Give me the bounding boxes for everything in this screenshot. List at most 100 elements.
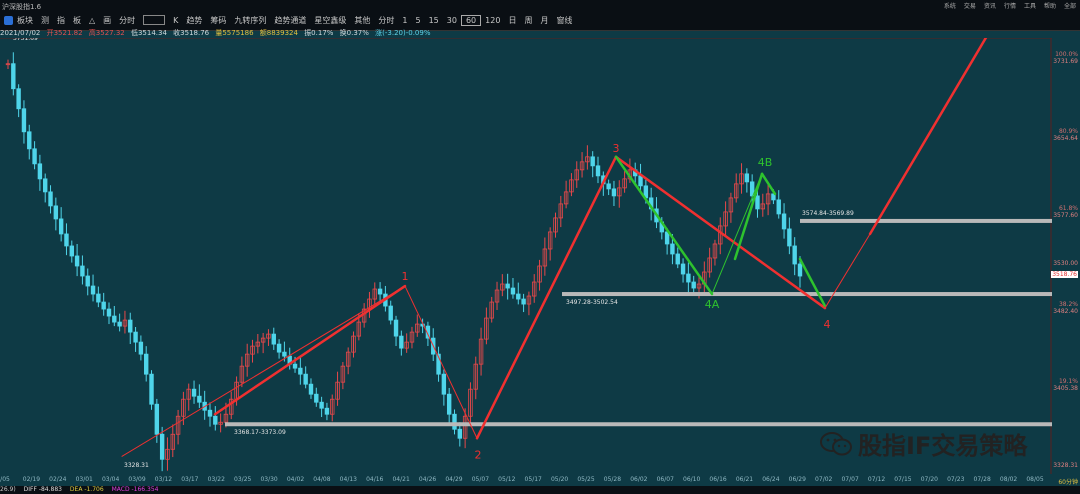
candle-body [781,213,787,230]
menu-item[interactable]: 窗线 [552,15,576,26]
date-tick-label: 08/05 [1026,476,1044,483]
date-axis: /05 02/19 02/24 03/01 03/04 03/09 03/12 03/17 03… [0,474,1052,486]
date-tick-label: 07/02 [815,476,833,483]
menu-item[interactable]: 趋势通道 [270,15,310,26]
date-tick-label: 04/02 [286,476,305,483]
candle-body [452,413,457,430]
right-menu-item[interactable]: 工具 [1024,1,1036,10]
menu-item[interactable]: K [169,16,182,25]
price-tick-label: 3482.40 [1053,307,1078,315]
candle-body [787,228,792,247]
candle-body [117,321,122,327]
candle-body [64,233,69,247]
date-tick-label: 08/02 [999,476,1018,483]
price-tick-label: 3654.64 [1053,135,1078,143]
menu-item[interactable]: 画 [99,15,115,26]
quote-close: 收3518.76 [173,29,210,37]
right-menu-item[interactable]: 资讯 [984,1,996,10]
candle-body [58,218,64,235]
candle-body [149,373,154,405]
wechat-icon [820,431,852,455]
candle-body [191,388,197,397]
menu-item[interactable]: 120 [481,16,504,25]
date-tick-label: 07/28 [973,476,991,483]
date-tick-label: 07/12 [867,476,886,483]
menu-item[interactable]: 板 [69,15,85,26]
candle-body [319,401,324,409]
right-menu-item[interactable]: 交易 [964,1,976,10]
menu-item[interactable]: 测 [37,15,53,26]
toolbar: 沪深股指1.6 系统 交易 资讯 行情 工具 帮助 全部 板块测指板 △ 画分时 K 趋势 筹码 九转序… [0,0,1080,31]
indicator-param: 26.9) [0,486,16,493]
menu-item[interactable]: 5 [412,16,425,25]
right-menu-item[interactable]: 行情 [1004,1,1016,10]
candle-body [606,183,611,190]
menu-item[interactable]: 30 [443,16,461,25]
candle-body [298,367,303,375]
price-tick-label: 3405.38 [1053,384,1078,392]
macd-dea: DEA -1.706 [69,486,104,493]
date-tick-label: 05/12 [498,476,516,483]
candle-body [590,156,595,167]
wave-point-label: 3 [613,142,620,155]
quote-change: 涨(-3.20)-0.09% [375,29,431,37]
date-tick-label: 03/09 [128,476,146,483]
menu-item[interactable]: 分时 [115,15,139,26]
menu-item[interactable]: 月 [536,15,552,26]
right-menu-item[interactable]: 系统 [944,1,956,10]
candle-body [393,319,399,337]
candle-body [144,353,149,375]
candle-body [510,287,516,295]
watermark-text: 股指IF交易策略 [858,432,1028,460]
candle-body [324,407,330,415]
wave-0-1 [213,284,407,416]
candle-body [797,263,803,277]
menu-item[interactable]: 其他 [350,15,374,26]
range-label: 3368.17-3373.09 [234,429,286,436]
candle-body [43,178,48,193]
menu-item[interactable]: 15 [425,16,443,25]
menu-item[interactable]: 筹码 [206,15,230,26]
range-label: 3574.84-3569.89 [802,210,854,217]
menu-item[interactable]: 1 [398,16,411,25]
candle-body [128,319,133,333]
candlestick-chart[interactable]: 3368.17-3373.09 3497.28-3502.54 3574.84-35… [0,38,1052,474]
fib-percent-label: 38.2% [1058,300,1078,308]
menu-item[interactable]: 指 [53,15,69,26]
candle-body [521,298,526,305]
home-icon[interactable] [4,15,13,25]
fib-percent-label: 61.8% [1058,205,1078,213]
menu-item[interactable]: 九转序列 [230,15,270,26]
candle-body [282,351,287,357]
menu-item[interactable]: 60 [460,14,482,26]
date-tick-label: 04/26 [418,476,437,483]
low-price-label: 3328.31 [124,462,149,469]
wave-2-3 [475,155,618,440]
candle-body [441,373,447,395]
period-select[interactable] [143,15,166,25]
candle-body [138,341,144,355]
high-price-label: 3731.69 [13,38,38,42]
candle-body [792,245,797,265]
range-label: 3497.28-3502.54 [566,299,618,306]
wave-point-label: 4 [824,318,831,331]
date-tick-label: 04/29 [445,476,463,483]
menu-item[interactable]: 趋势 [182,15,206,26]
menu-item[interactable]: 日 [504,15,520,26]
date-tick-label: 05/25 [577,476,595,483]
candle-body [516,293,521,300]
menu-item[interactable]: 板块 [13,15,37,26]
date-tick-label: 07/20 [920,476,938,483]
indicator-bar: 26.9) DIFF -84.883 DEA -1.706 MACD -166.… [0,486,1080,494]
date-tick-label: 06/21 [735,476,754,483]
candle-body [159,433,165,460]
quote-volume: 量5575186 [215,29,254,37]
menu-item[interactable]: △ [85,16,99,25]
wave-3-4A [614,155,714,296]
macd-diff: DIFF -84.883 [23,486,62,493]
menu-item[interactable]: 星空鑫级 [310,15,350,26]
menu-item[interactable]: 周 [520,15,536,26]
date-tick-label: 03/12 [154,476,173,483]
menu-item[interactable]: 分时 [374,15,398,26]
candle-body [53,205,59,220]
